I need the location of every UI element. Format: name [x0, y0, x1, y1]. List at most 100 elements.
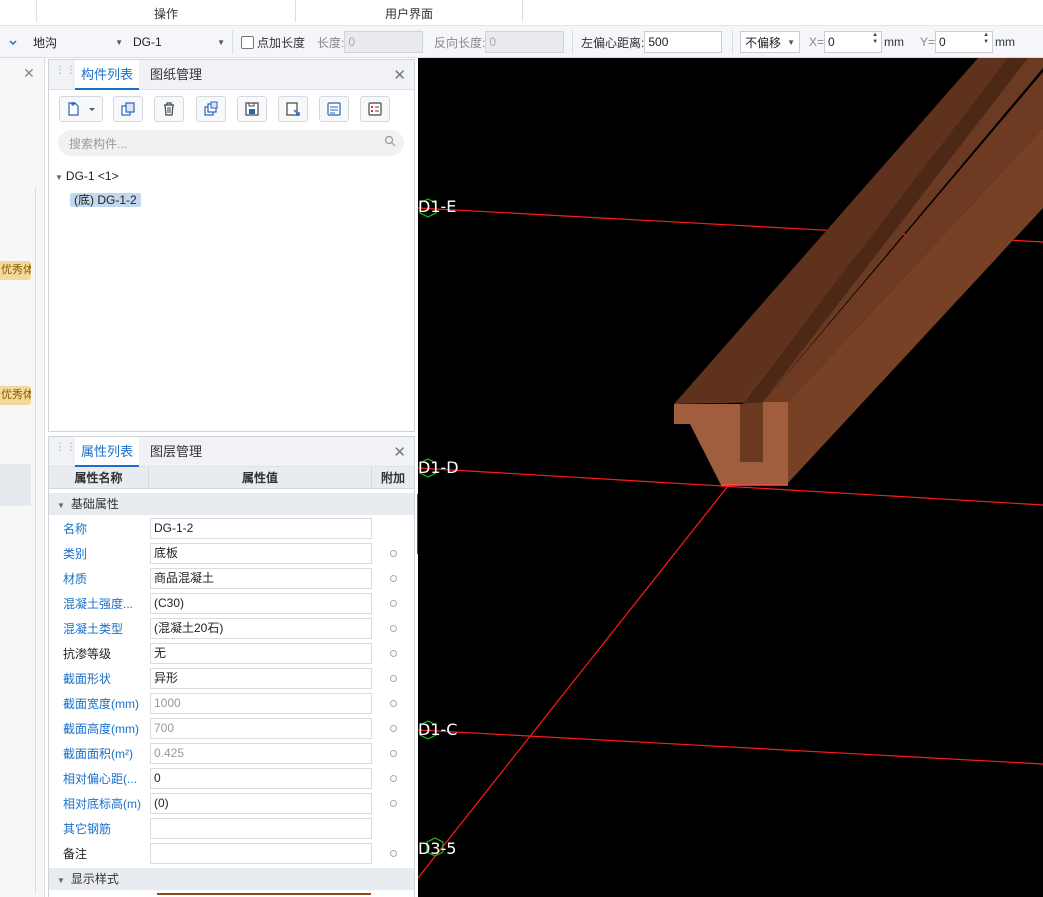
point-length-label: 点加长度: [257, 35, 306, 50]
experience-tag[interactable]: 优秀体验: [0, 386, 31, 405]
length-input[interactable]: 0: [344, 31, 424, 53]
property-value-input[interactable]: 无: [150, 643, 372, 664]
y-coordinate-input[interactable]: 0 ▲ ▼: [935, 31, 994, 53]
property-value-input[interactable]: 异形: [150, 668, 372, 689]
property-row[interactable]: 名称 DG-1-2: [49, 516, 414, 541]
property-value-input[interactable]: 1000: [150, 693, 372, 714]
property-value-input[interactable]: (0): [150, 793, 372, 814]
property-value-input[interactable]: DG-1-2: [150, 518, 372, 539]
property-value-input[interactable]: 0: [150, 768, 372, 789]
property-value-input[interactable]: [150, 818, 372, 839]
property-row[interactable]: 类别 底板: [49, 541, 414, 566]
x-coordinate-input[interactable]: 0 ▲ ▼: [824, 31, 883, 53]
tree-node-parent[interactable]: ▼ DG-1 <1>: [55, 166, 119, 186]
expand-triangle-icon[interactable]: ▼: [55, 173, 63, 182]
close-icon[interactable]: ✕: [23, 65, 35, 82]
extra-attribute-checkbox[interactable]: [390, 600, 397, 607]
property-row[interactable]: 其它钢筋: [49, 816, 414, 841]
tab-drawing-management[interactable]: 图纸管理: [144, 60, 208, 90]
delete-component-button[interactable]: [154, 96, 184, 122]
property-name: 名称: [63, 522, 88, 536]
property-row[interactable]: 混凝土类型 (混凝土20石): [49, 616, 414, 641]
ribbon-group-bar: 操作 用户界面: [0, 0, 1043, 26]
viewport-scene[interactable]: [418, 58, 1043, 897]
y-coordinate-group: Y= 0 ▲ ▼ mm: [920, 30, 1015, 54]
point-length-checkbox[interactable]: 点加长度: [241, 30, 305, 54]
checkbox-box[interactable]: [241, 35, 254, 49]
property-value-input[interactable]: (C30): [150, 593, 372, 614]
tree-node-parent-label: DG-1 <1>: [65, 169, 119, 183]
spinner-icon[interactable]: ▲ ▼: [983, 32, 989, 52]
reverse-length-input[interactable]: 0: [485, 31, 565, 53]
property-value-input[interactable]: 商品混凝土: [150, 568, 372, 589]
tab-layer-management[interactable]: 图层管理: [144, 437, 208, 467]
3d-viewport[interactable]: D1-E D1-D D1-C D3-5: [418, 58, 1043, 897]
property-row[interactable]: 截面高度(mm) 700: [49, 716, 414, 741]
extra-attribute-checkbox[interactable]: [390, 800, 397, 807]
property-row[interactable]: 混凝土强度... (C30): [49, 591, 414, 616]
export-component-button[interactable]: [278, 96, 308, 122]
extra-attribute-checkbox[interactable]: [390, 650, 397, 657]
selected-nav-item[interactable]: [0, 464, 31, 506]
new-component-button[interactable]: [59, 96, 103, 122]
property-value-input[interactable]: 底板: [150, 543, 372, 564]
trash-icon: [164, 102, 174, 116]
save-component-button[interactable]: [237, 96, 267, 122]
extra-attribute-checkbox[interactable]: [390, 700, 397, 707]
property-row[interactable]: 截面宽度(mm) 1000: [49, 691, 414, 716]
property-row[interactable]: 材质 商品混凝土: [49, 566, 414, 591]
close-icon[interactable]: ✕: [393, 66, 406, 84]
collapse-triangle-icon[interactable]: ▼: [57, 876, 65, 885]
extra-attribute-checkbox[interactable]: [390, 575, 397, 582]
component-type-select[interactable]: 地沟 ▼: [28, 30, 128, 54]
property-value-input[interactable]: 700: [150, 718, 372, 739]
left-offset-input[interactable]: 500: [644, 31, 723, 53]
property-row[interactable]: 抗渗等级 无: [49, 641, 414, 666]
extra-attribute-checkbox[interactable]: [390, 850, 397, 857]
x-coordinate-group: X= 0 ▲ ▼ mm: [809, 30, 904, 54]
extra-attribute-checkbox[interactable]: [390, 750, 397, 757]
property-value-input[interactable]: [150, 843, 372, 864]
extra-attribute-checkbox[interactable]: [390, 625, 397, 632]
spinner-icon[interactable]: ▲ ▼: [872, 32, 878, 52]
property-value-input[interactable]: 0.425: [150, 743, 372, 764]
copy-component-button[interactable]: [113, 96, 143, 122]
component-list-panel: ⋮⋮ 构件列表 图纸管理 ✕ 搜索构件... ▼ DG-1 <1> (底) DG…: [48, 59, 415, 432]
panel-scrollbar[interactable]: [35, 188, 36, 893]
copy-icon: [121, 102, 135, 116]
copy-to-floor-button[interactable]: [196, 96, 226, 122]
offset-mode-select[interactable]: 不偏移 ▼: [740, 30, 800, 54]
property-value-input[interactable]: (混凝土20石): [150, 618, 372, 639]
component-search-input[interactable]: 搜索构件...: [58, 130, 404, 156]
tab-property-list[interactable]: 属性列表: [75, 437, 140, 467]
properties-button[interactable]: [319, 96, 349, 122]
property-name: 截面面积(m²): [63, 747, 133, 761]
tree-node-child[interactable]: (底) DG-1-2: [70, 190, 141, 210]
drag-handle-icon[interactable]: ⋮⋮: [55, 66, 76, 82]
display-color-swatch[interactable]: [157, 893, 371, 897]
property-panel-tabs: ⋮⋮ 属性列表 图层管理 ✕: [49, 437, 414, 467]
extra-attribute-checkbox[interactable]: [390, 675, 397, 682]
drag-handle-icon[interactable]: ⋮⋮: [55, 443, 76, 459]
extra-attribute-checkbox[interactable]: [390, 725, 397, 732]
property-row[interactable]: 相对偏心距(... 0: [49, 766, 414, 791]
section-basic-properties[interactable]: ▼ 基础属性: [49, 493, 414, 515]
search-icon[interactable]: [384, 135, 396, 150]
property-name: 其它钢筋: [63, 822, 112, 836]
extra-attribute-checkbox[interactable]: [390, 775, 397, 782]
section-display-style[interactable]: ▼ 显示样式: [49, 868, 414, 890]
experience-tag[interactable]: 优秀体验: [0, 261, 31, 280]
property-row[interactable]: 截面面积(m²) 0.425: [49, 741, 414, 766]
collapse-triangle-icon[interactable]: ▼: [57, 501, 65, 510]
report-button[interactable]: [360, 96, 390, 122]
tab-component-list[interactable]: 构件列表: [75, 60, 140, 90]
property-row[interactable]: 备注: [49, 841, 414, 866]
close-icon[interactable]: ✕: [393, 443, 406, 461]
trench-member-dg-1-2[interactable]: [674, 58, 1043, 486]
extra-attribute-checkbox[interactable]: [390, 550, 397, 557]
ribbon-separator: [522, 0, 523, 22]
property-row[interactable]: 截面形状 异形: [49, 666, 414, 691]
toolbar-separator: [232, 30, 233, 54]
property-row[interactable]: 相对底标高(m) (0): [49, 791, 414, 816]
component-name-select[interactable]: DG-1 ▼: [128, 30, 230, 54]
